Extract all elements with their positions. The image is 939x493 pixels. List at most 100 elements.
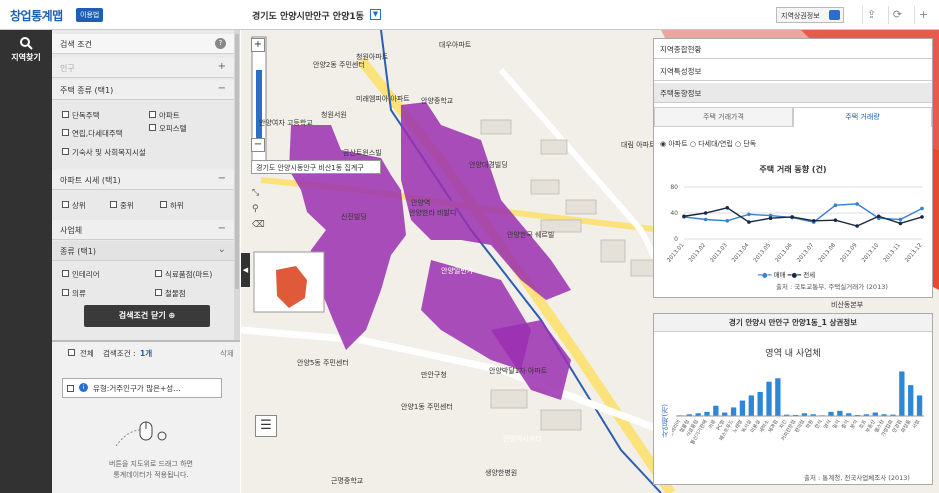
results-panel: 전체 검색조건 : 1개 삭제 i 유형:거주인구가 많은+성… 버튼을 지도위… xyxy=(52,340,240,493)
data-point xyxy=(855,202,859,206)
x-tick-label: 양식 xyxy=(822,419,833,430)
price-mid: 중위 xyxy=(120,201,134,210)
scrollbar-thumb[interactable] xyxy=(235,34,239,289)
checkbox-apartment[interactable] xyxy=(149,111,156,118)
subtab-volume[interactable]: 주택 거래량 xyxy=(793,107,932,127)
refresh-icon[interactable]: ⟳ xyxy=(888,6,906,24)
x-tick-label: 2013.05 xyxy=(753,242,773,264)
map-label: 안양대경빌딩 xyxy=(469,161,508,169)
bar-chart-title: 영역 내 사업체 xyxy=(765,349,821,359)
map-tools[interactable]: ⤡ ⚲ ⌫ xyxy=(252,185,265,233)
map-label: 미래엠피아 아파트 xyxy=(356,95,410,103)
map-label: 안양한국 쉐르빌 xyxy=(507,231,555,239)
filter-header: 검색 조건? xyxy=(52,34,234,54)
bar-chart: 인테리어철물점식료품점통신기기판매 의류PC방패스트푸드노래방독서실미용실세탁소제… xyxy=(672,371,924,446)
x-tick-label: 2013.04 xyxy=(731,242,751,264)
erase-icon: ⌫ xyxy=(252,220,265,230)
collapse-arrow-icon[interactable]: ◀ xyxy=(241,253,250,287)
data-point xyxy=(768,216,773,220)
data-point xyxy=(812,219,816,223)
y-tick-label: 80 xyxy=(670,184,678,191)
price-low: 하위 xyxy=(170,201,184,210)
layers-icon[interactable]: ☰ xyxy=(255,415,277,437)
x-tick-label: 중식 xyxy=(840,419,851,430)
map-label: 안양역사거리 xyxy=(503,435,542,443)
checkbox-mid[interactable] xyxy=(110,201,117,208)
nav-search[interactable]: 지역찾기 xyxy=(0,30,52,74)
legend-jeonse: 전세 xyxy=(803,271,816,279)
checkbox-grocery[interactable] xyxy=(155,270,162,277)
checkbox-multi-family[interactable] xyxy=(62,129,69,136)
radio-multi: 다세대/연립 xyxy=(698,140,733,148)
checkbox-result[interactable] xyxy=(67,385,74,392)
radio-group[interactable]: ◉ 아파트 ○ 다세대/연립 ○ 단독 xyxy=(660,139,756,149)
tab-region-summary[interactable]: 지역종합현황 xyxy=(654,39,932,59)
series-line xyxy=(683,207,923,227)
checkbox-dormitory[interactable] xyxy=(62,148,69,155)
checkbox-clothing[interactable] xyxy=(62,289,69,296)
x-tick-label: 일식 xyxy=(831,419,842,430)
bar xyxy=(748,395,754,416)
bar xyxy=(908,385,914,416)
map-label: 안양2동 주민센터 xyxy=(313,61,365,69)
line-chart-title: 주택 거래 동향 (건) xyxy=(759,165,827,174)
checkbox-hardware[interactable] xyxy=(155,289,162,296)
tab-region-features[interactable]: 지역특성정보 xyxy=(654,61,932,81)
filter-kind[interactable]: 종류 (택1) ⌄ xyxy=(52,241,234,261)
bar xyxy=(730,407,737,416)
map-label: 근명중학교 xyxy=(331,477,364,485)
data-point xyxy=(703,211,708,215)
tab-housing-trends[interactable]: 주택동향정보 xyxy=(654,83,932,103)
help-icon[interactable]: ? xyxy=(215,38,226,49)
zoom-in-button[interactable]: + xyxy=(251,38,265,52)
x-tick-label: 2013.08 xyxy=(818,242,838,264)
housing-option-3: 연립,다세대주택 xyxy=(72,129,123,138)
result-item[interactable]: i 유형:거주인구가 많은+성… xyxy=(62,378,222,398)
usage-guide-badge[interactable]: 이용법 xyxy=(76,8,104,22)
region-panel: 지역종합현황 지역특성정보 주택동향정보 주택 거래가격 주택 거래량 ◉ 아파… xyxy=(653,38,933,298)
map-label: 금산트윈스빌 xyxy=(343,149,382,157)
close-filter-button[interactable]: 검색조건 닫기 ⊕ xyxy=(84,305,210,327)
shop-info-toggle[interactable]: 지역상권정보 xyxy=(776,7,844,23)
filter-housing-type[interactable]: 주택 종류 (택1) − xyxy=(52,80,234,100)
zoom-out-button[interactable]: − xyxy=(251,138,265,152)
kind-hardware: 철물점 xyxy=(165,289,186,298)
data-point xyxy=(833,218,838,222)
app-logo[interactable]: 창업통계맵 xyxy=(10,7,63,24)
filter-population[interactable]: 인구 + xyxy=(52,58,234,78)
bar xyxy=(739,400,746,416)
kind-interior: 인테리어 xyxy=(72,270,100,279)
bar xyxy=(872,412,878,416)
x-tick-label: 학원 xyxy=(804,418,815,430)
checkbox-all[interactable] xyxy=(68,349,75,356)
bar xyxy=(704,411,710,416)
map-label: 생양한병원 xyxy=(485,469,518,477)
upload-icon[interactable]: ⇪ xyxy=(862,6,880,24)
checkbox-officetel[interactable] xyxy=(149,124,156,131)
x-tick-label: 한식 xyxy=(813,419,824,430)
chevron-down-icon[interactable]: ▼ xyxy=(370,9,381,20)
checkbox-low[interactable] xyxy=(160,201,167,208)
drag-hint: 버튼을 지도위로 드래그 하면 통계데이터가 적용됩니다. xyxy=(109,460,193,479)
filter-business[interactable]: 사업체 − xyxy=(52,220,234,240)
subtab-price[interactable]: 주택 거래가격 xyxy=(654,107,793,127)
x-tick-label: 2013.06 xyxy=(774,242,794,264)
plus-icon[interactable]: + xyxy=(914,6,932,24)
bar-source: 출처 : 통계청, 전국사업체조사 (2013) xyxy=(804,474,910,482)
data-point xyxy=(747,220,751,224)
delete-link[interactable]: 삭제 xyxy=(220,348,234,359)
bar xyxy=(837,410,843,416)
x-tick-label: 2013.01 xyxy=(666,242,685,263)
x-tick-label: 2013.09 xyxy=(839,242,859,264)
checkbox-interior[interactable] xyxy=(62,270,69,277)
x-tick-label: 2013.12 xyxy=(904,242,923,263)
checkbox-detached[interactable] xyxy=(62,111,69,118)
x-tick-label: 분식 xyxy=(849,419,860,430)
checkbox-high[interactable] xyxy=(62,201,69,208)
filter-apt-price[interactable]: 아파트 시세 (택1) − xyxy=(52,170,234,190)
data-point xyxy=(898,217,903,222)
search-icon xyxy=(20,37,33,50)
x-tick-label: 서점 xyxy=(911,419,922,430)
data-point xyxy=(833,203,838,207)
map-tooltip: 경기도 안양시동안구 비산1동 집계구 xyxy=(251,160,381,174)
